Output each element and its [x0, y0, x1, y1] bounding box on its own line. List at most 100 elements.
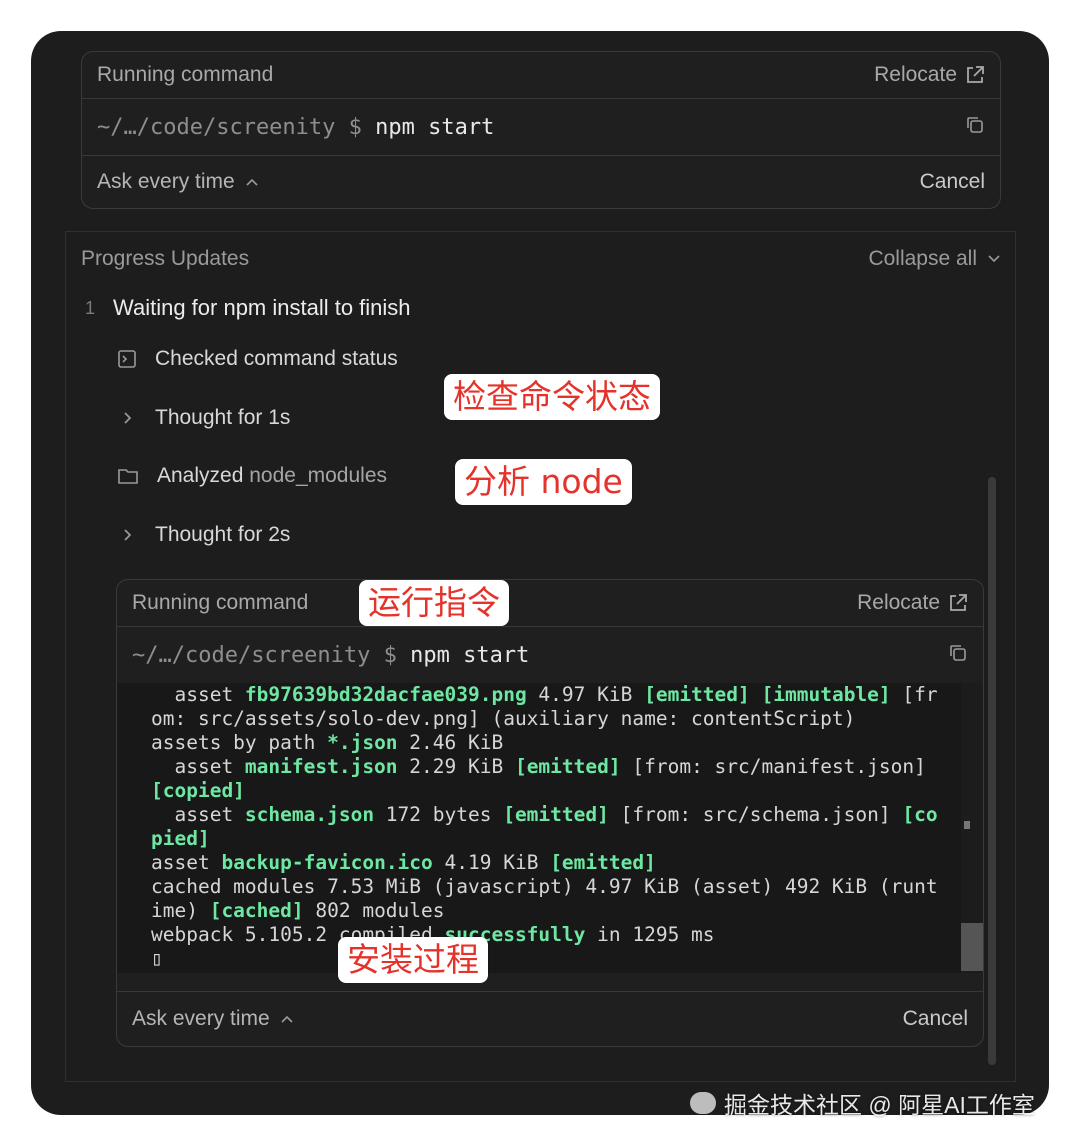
relocate-label: Relocate — [857, 591, 940, 614]
terminal-highlight: [emitted] — [644, 683, 750, 706]
terminal-line: pied] — [151, 827, 957, 851]
step-number: 1 — [85, 297, 96, 318]
terminal-text: asset — [151, 683, 245, 706]
terminal-scrollbar[interactable] — [961, 683, 983, 973]
clipped-header-text: · · · — [101, 31, 139, 40]
command-prompt: ~/…/code/screenity $ npm start — [132, 643, 529, 668]
step-item-checked-status[interactable]: Checked command status — [117, 347, 398, 371]
terminal-text: 802 modules — [303, 899, 445, 922]
external-link-icon — [950, 594, 967, 611]
terminal-highlight: [emitted] — [503, 803, 609, 826]
chevron-down-icon — [988, 255, 1000, 263]
terminal-text: asset — [151, 851, 222, 874]
section-left-border — [65, 231, 66, 1081]
relocate-label: Relocate — [874, 63, 957, 86]
relocate-button[interactable]: Relocate — [857, 591, 968, 615]
item-label: Thought for 1s — [155, 406, 291, 429]
relocate-button[interactable]: Relocate — [874, 63, 985, 87]
terminal-scroll-thumb[interactable] — [961, 923, 983, 971]
annotation-check-status: 检查命令状态 — [444, 374, 660, 420]
agent-panel: · · · Running command Relocate ~/…/code/… — [31, 31, 1049, 1115]
step-item-thought-1s[interactable]: Thought for 1s — [117, 406, 290, 430]
ask-every-time-dropdown[interactable]: Ask every time — [97, 170, 259, 194]
top-command-card: Running command Relocate ~/…/code/screen… — [81, 51, 1001, 209]
terminal-highlight: *.json — [327, 731, 398, 754]
terminal-text: [fr — [890, 683, 938, 706]
chevron-up-icon — [246, 178, 258, 186]
terminal-text: 4.97 KiB — [526, 683, 645, 706]
annotation-install-process: 安装过程 — [338, 937, 488, 983]
cancel-button[interactable]: Cancel — [903, 1007, 968, 1031]
terminal-line: assets by path *.json 2.46 KiB — [151, 731, 957, 755]
step-item-thought-2s[interactable]: Thought for 2s — [117, 523, 290, 547]
terminal-highlight: backup-favicon.ico — [221, 851, 433, 874]
terminal-text: [from: src/manifest.json] — [620, 755, 926, 778]
copy-icon[interactable] — [948, 643, 968, 668]
command-prompt: ~/…/code/screenity $ npm start — [97, 115, 494, 140]
terminal-text: om: src/assets/solo-dev.png] (auxiliary … — [151, 707, 856, 730]
inner-command-card: Running command Relocate ~/…/code/screen… — [116, 579, 984, 1047]
terminal-highlight: fb97639bd32dacfae039.png — [244, 683, 527, 706]
panel-scroll-thumb[interactable] — [988, 477, 996, 1065]
item-label: Checked command status — [155, 347, 398, 370]
terminal-highlight: [emitted] — [550, 851, 656, 874]
chevron-right-icon — [124, 412, 132, 424]
prompt-path: ~/…/code/screenity $ — [132, 642, 411, 668]
chevron-up-icon — [281, 1015, 293, 1023]
card-title: Running command — [132, 591, 309, 614]
terminal-highlight: [emitted] — [514, 755, 621, 778]
terminal-text: asset — [151, 803, 245, 826]
cancel-button[interactable]: Cancel — [920, 170, 985, 194]
terminal-line: asset fb97639bd32dacfae039.png 4.97 KiB … — [151, 683, 957, 707]
card-title: Running command — [97, 63, 274, 86]
terminal-line: ▯ — [151, 947, 957, 971]
terminal-text: ▯ — [151, 947, 163, 970]
terminal-highlight: [cached] — [209, 899, 304, 922]
terminal-line: [copied] — [151, 779, 957, 803]
terminal-line: om: src/assets/solo-dev.png] (auxiliary … — [151, 707, 957, 731]
chevron-right-icon — [124, 529, 132, 541]
panel-scrollbar[interactable] — [988, 477, 996, 1065]
terminal-text: [from: src/schema.json] — [608, 803, 903, 826]
item-label: Thought for 2s — [155, 523, 291, 546]
ask-label: Ask every time — [132, 1007, 270, 1030]
terminal-line: asset schema.json 172 bytes [emitted] [f… — [151, 803, 957, 827]
progress-title: Progress Updates — [81, 247, 250, 270]
folder-icon — [118, 469, 138, 484]
ask-every-time-dropdown[interactable]: Ask every time — [132, 1007, 294, 1031]
terminal-lines: asset fb97639bd32dacfae039.png 4.97 KiB … — [151, 683, 957, 971]
watermark: 掘金技术社区 @ 阿星AI工作室 — [690, 1086, 1035, 1120]
terminal-line: cached modules 7.53 MiB (javascript) 4.9… — [151, 875, 957, 899]
terminal-icon — [118, 350, 136, 368]
annotation-analyze-node: 分析 node — [455, 459, 632, 505]
external-link-icon — [967, 66, 984, 83]
ask-label: Ask every time — [97, 170, 235, 193]
terminal-highlight: [immutable] — [761, 683, 891, 706]
copy-icon[interactable] — [965, 115, 985, 140]
item-target: node_modules — [249, 464, 388, 487]
terminal-highlight: manifest.json — [244, 755, 398, 778]
section-right-border — [1015, 231, 1016, 1081]
terminal-text: ime) — [151, 899, 210, 922]
step-item-analyzed[interactable]: Analyzed node_modules — [117, 464, 387, 488]
terminal-line: webpack 5.105.2 compiled successfully in… — [151, 923, 957, 947]
terminal-text: 4.19 KiB — [432, 851, 551, 874]
terminal-highlight: [copied] — [151, 779, 245, 802]
terminal-text: 2.46 KiB — [397, 731, 504, 754]
terminal-output[interactable]: asset fb97639bd32dacfae039.png 4.97 KiB … — [117, 683, 983, 973]
terminal-highlight: pied] — [151, 827, 210, 850]
step-title: Waiting for npm install to finish — [113, 295, 411, 320]
terminal-text: cached modules 7.53 MiB (javascript) 4.9… — [151, 875, 938, 898]
command-text: npm start — [375, 114, 495, 140]
terminal-line: ime) [cached] 802 modules — [151, 899, 957, 923]
collapse-all-button[interactable]: Collapse all — [868, 247, 1001, 271]
terminal-text: asset — [151, 755, 245, 778]
terminal-highlight: schema.json — [244, 803, 375, 826]
progress-header: Progress Updates Collapse all — [81, 247, 1001, 271]
terminal-text: assets by path — [151, 731, 328, 754]
terminal-text: 172 bytes — [374, 803, 504, 826]
prompt-path: ~/…/code/screenity $ — [97, 114, 376, 140]
terminal-highlight: [co — [902, 803, 938, 826]
terminal-text: in 1295 ms — [585, 923, 715, 946]
terminal-text: 2.29 KiB — [397, 755, 515, 778]
